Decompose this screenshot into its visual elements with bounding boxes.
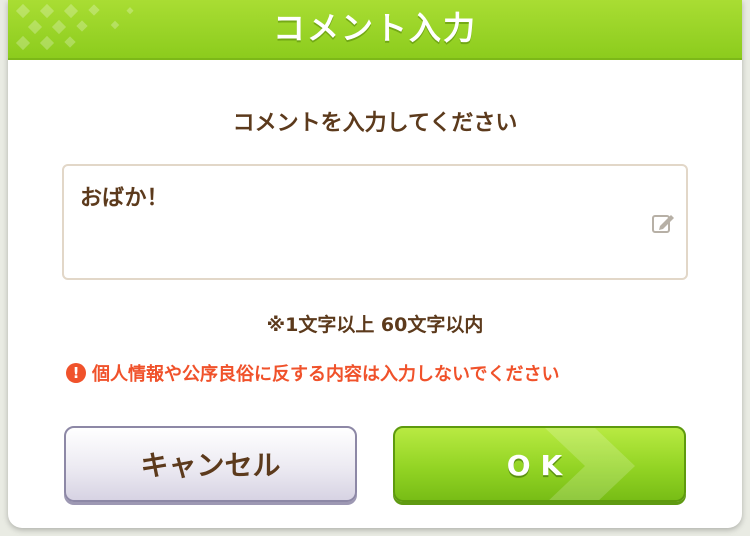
dialog-title: コメント入力 [272, 9, 477, 47]
comment-input-value: おばか！ [80, 186, 169, 211]
warning-message: ! 個人情報や公序良俗に反する内容は入力しないでください [66, 360, 559, 386]
edit-icon[interactable] [650, 210, 676, 236]
ok-button-label: OK [506, 449, 573, 482]
comment-input[interactable]: おばか！ [62, 164, 688, 280]
cancel-button-label: キャンセル [140, 449, 281, 482]
alert-icon: ! [66, 363, 86, 383]
ok-button[interactable]: OK [393, 426, 686, 502]
comment-dialog: コメント入力 コメントを入力してください おばか！ ※1文字以上 60文字以内 … [8, 0, 742, 528]
comment-prompt: コメントを入力してください [232, 111, 518, 136]
dialog-header: コメント入力 [8, 0, 742, 60]
warning-text: 個人情報や公序良俗に反する内容は入力しないでください [92, 364, 560, 385]
cancel-button[interactable]: キャンセル [64, 426, 357, 502]
character-limit-note: ※1文字以上 60文字以内 [266, 314, 484, 336]
